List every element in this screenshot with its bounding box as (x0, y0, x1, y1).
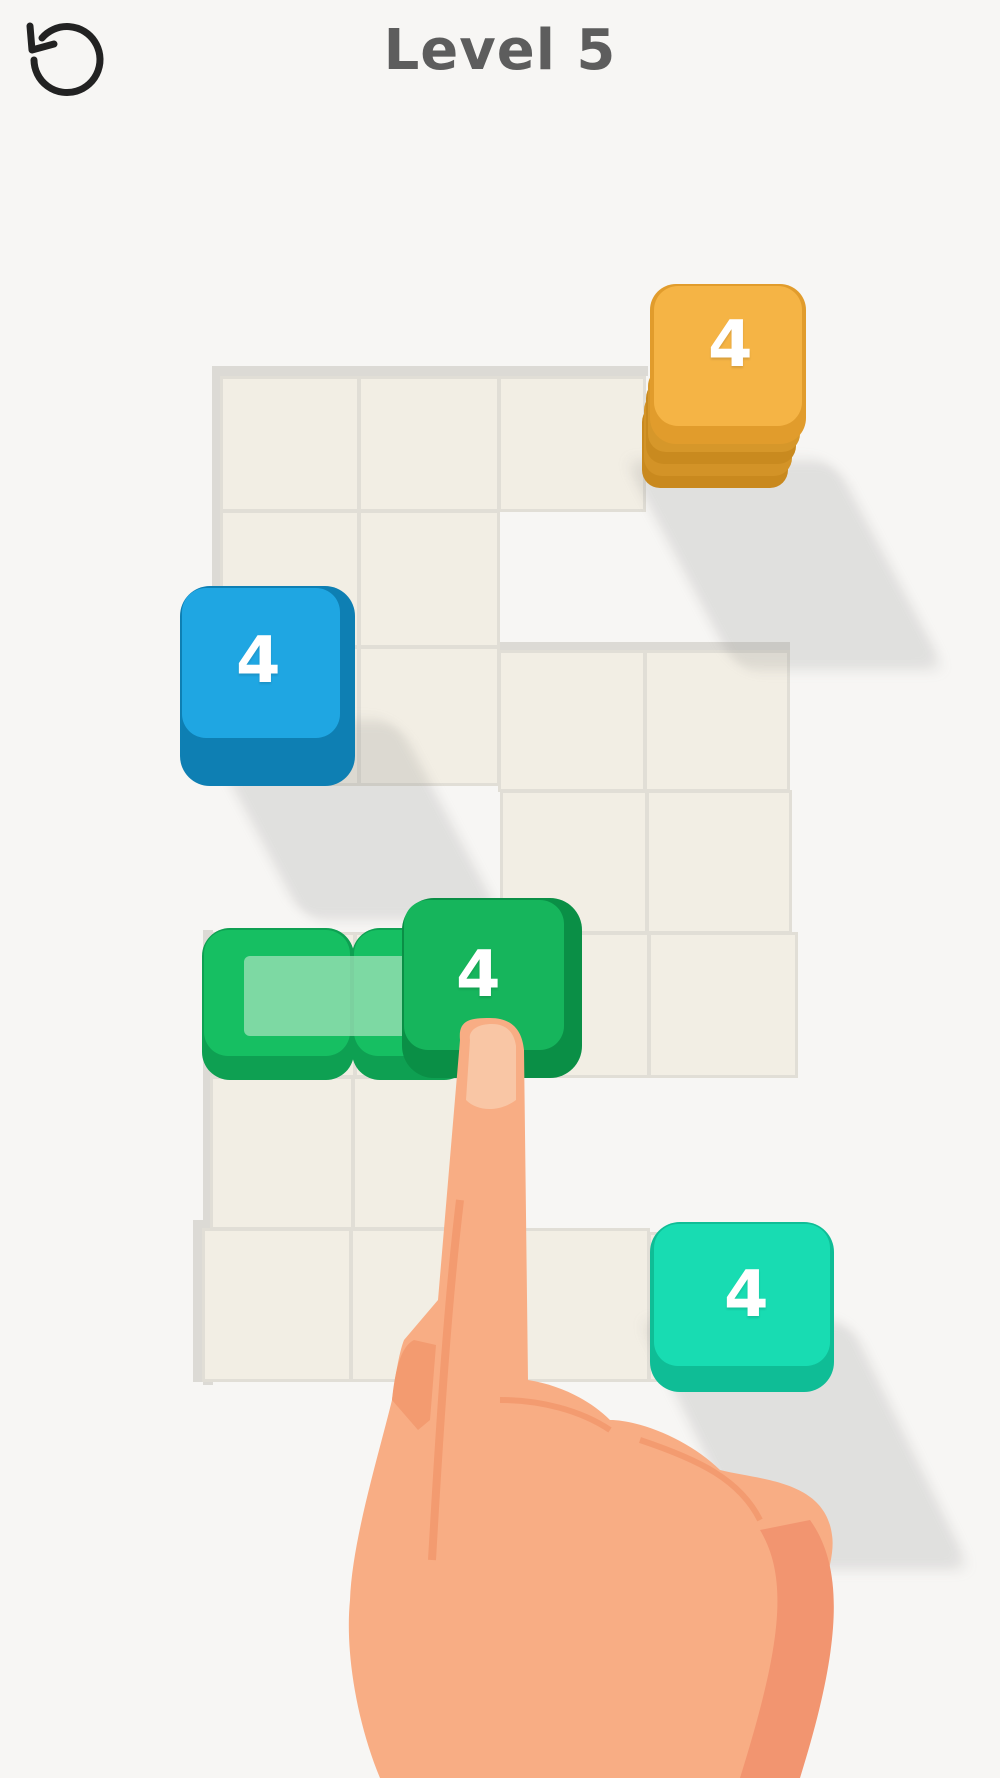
block-value: 4 (708, 308, 753, 382)
block-value: 4 (456, 938, 501, 1012)
board-edge (212, 366, 648, 376)
block-value: 4 (724, 1258, 769, 1332)
motion-trail (244, 956, 414, 1036)
board-cell[interactable] (220, 376, 360, 512)
block-teal[interactable]: 4 (650, 1222, 834, 1392)
board-cell[interactable] (358, 510, 500, 648)
board-cell[interactable] (358, 376, 500, 512)
board-cell[interactable] (210, 1076, 354, 1230)
board-cell[interactable] (648, 932, 798, 1078)
board-cell[interactable] (644, 650, 790, 792)
block-blue[interactable]: 4 (180, 586, 355, 786)
board-cell[interactable] (498, 376, 646, 512)
block-value: 4 (236, 624, 281, 698)
board-cell[interactable] (350, 1228, 500, 1382)
game-board: 4 4 4 4 (0, 0, 1000, 1778)
stacked-block-orange[interactable]: 4 (642, 284, 812, 504)
board-cell[interactable] (498, 650, 646, 792)
board-cell[interactable] (498, 1228, 650, 1382)
board-cell[interactable] (202, 1228, 352, 1382)
block-green[interactable]: 4 (402, 898, 582, 1078)
board-cell[interactable] (352, 1076, 500, 1230)
board-cell[interactable] (646, 790, 792, 934)
